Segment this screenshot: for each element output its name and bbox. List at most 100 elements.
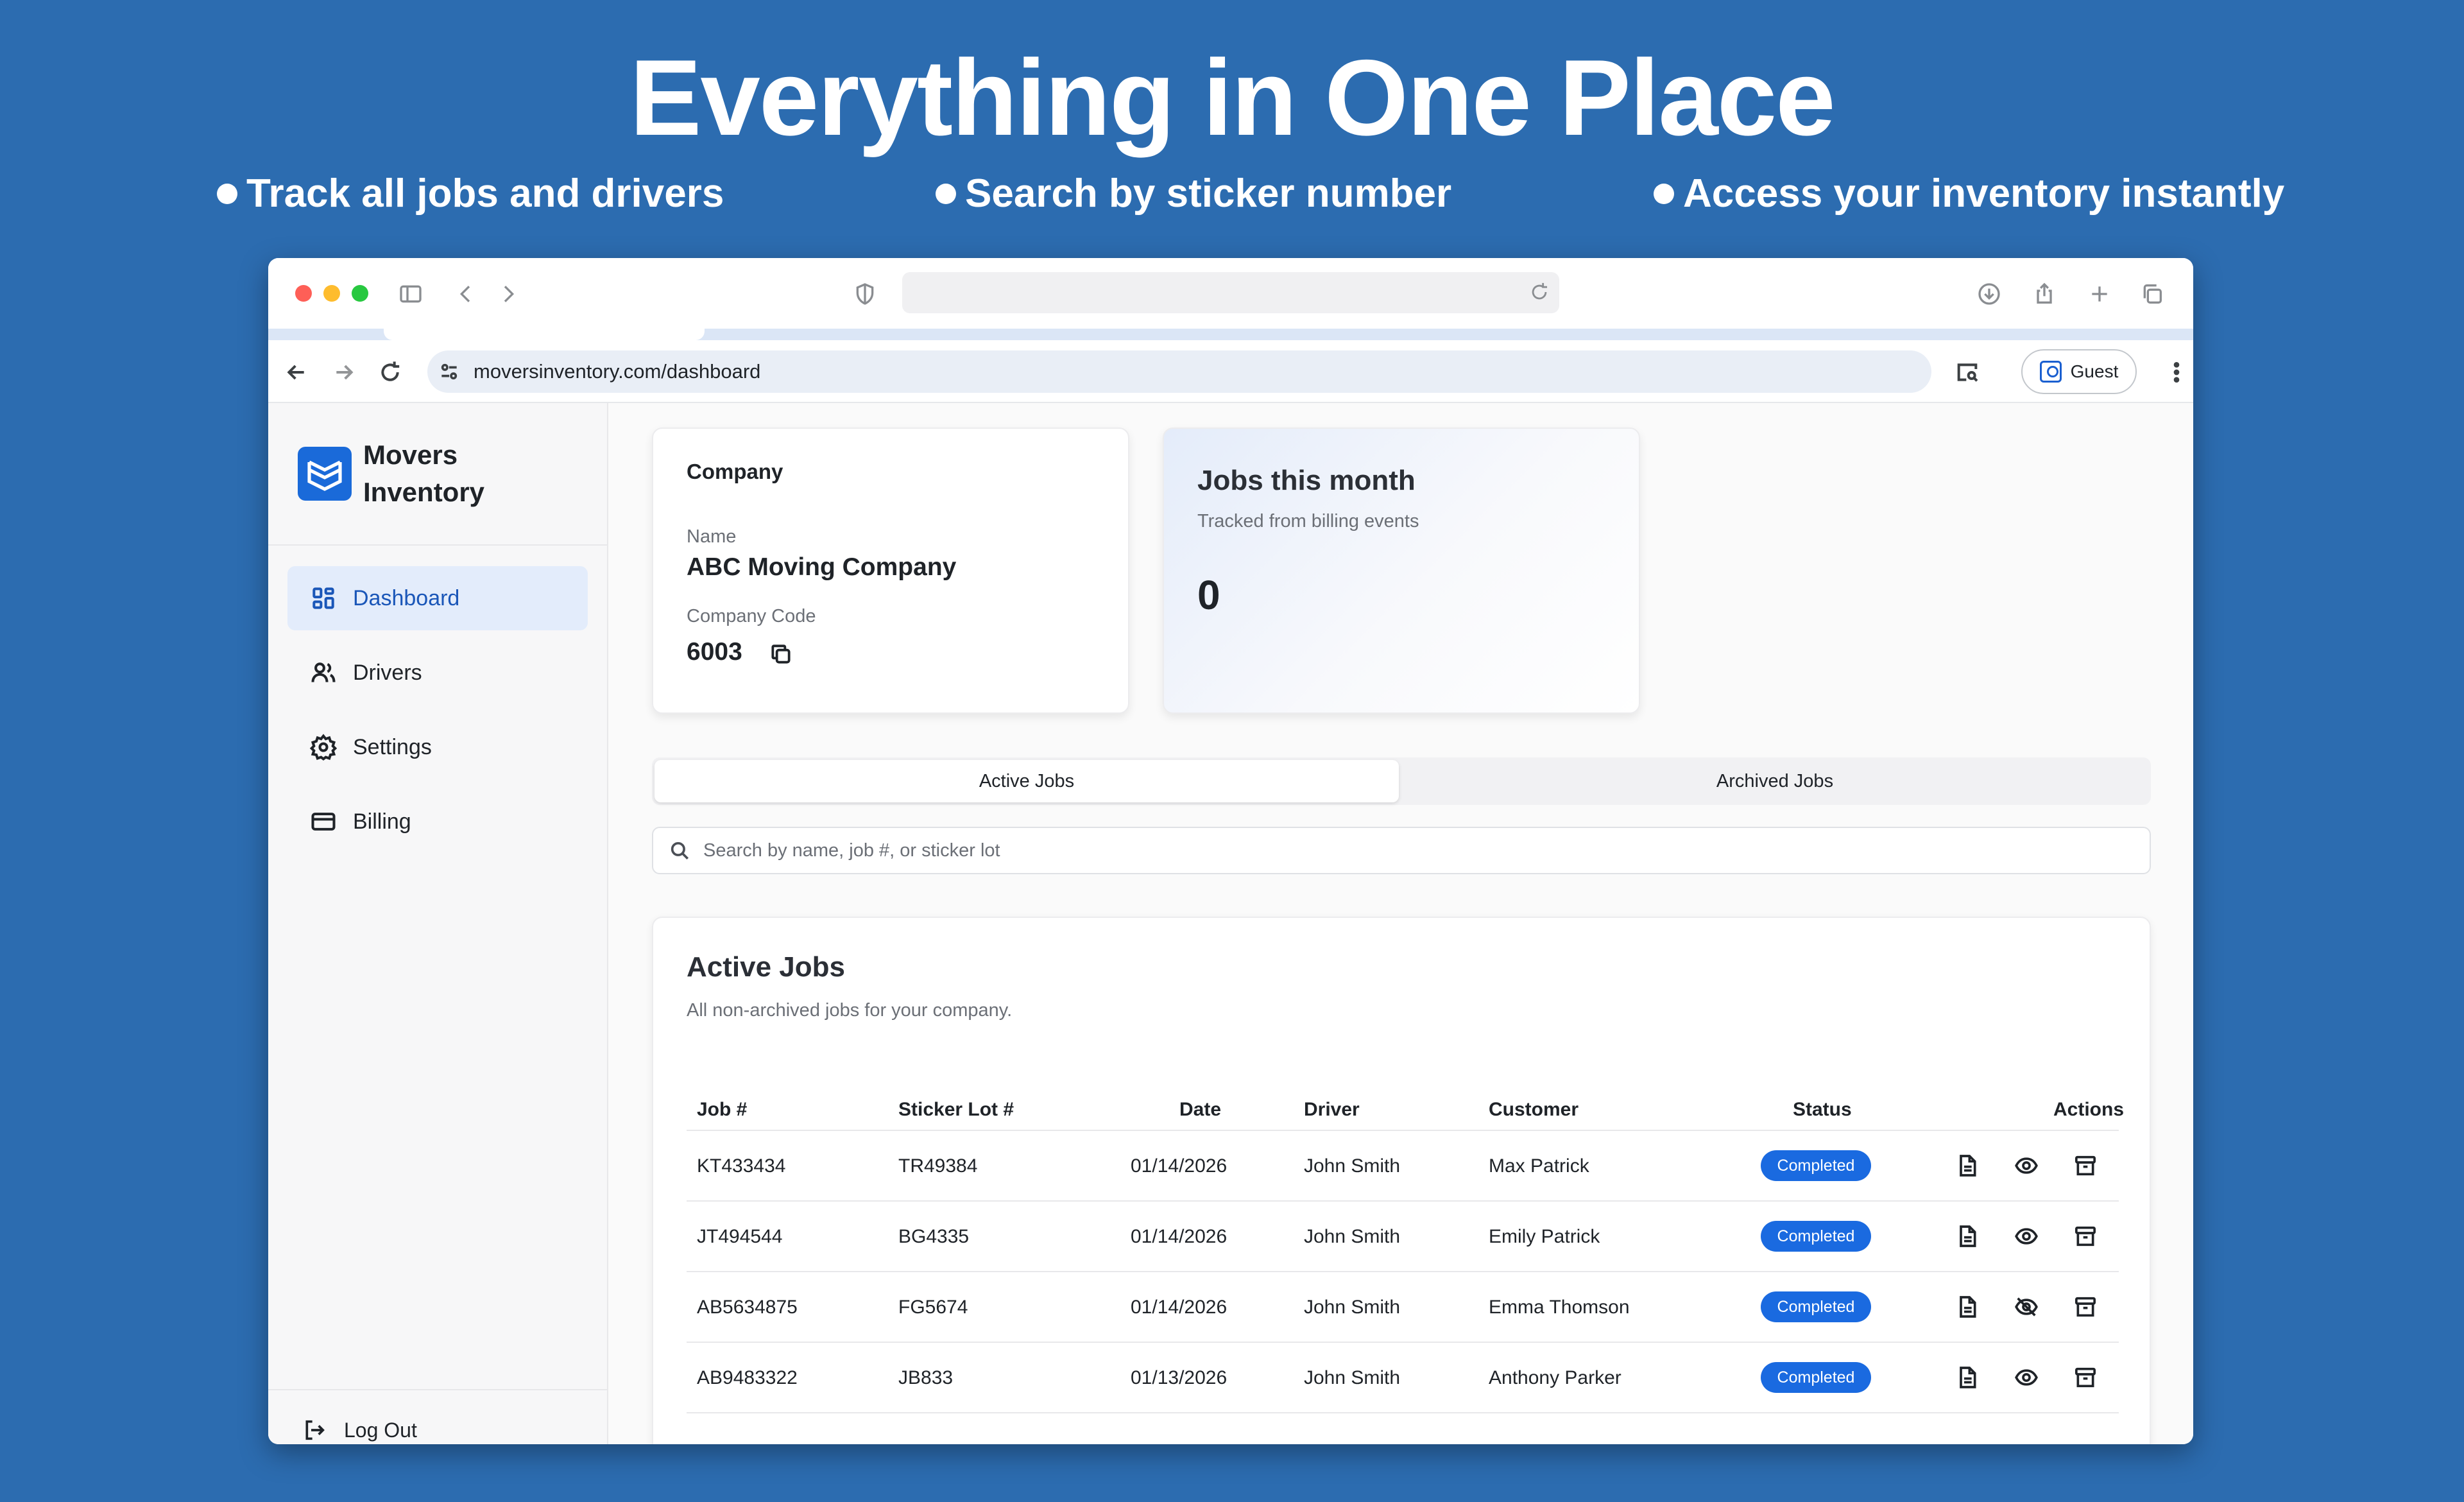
browser-window: moversinventory.com/dashboard Guest Move… (268, 258, 2193, 1444)
cell-customer: Emily Patrick (1489, 1226, 1600, 1247)
document-icon[interactable] (1955, 1294, 1980, 1320)
tab-active-jobs[interactable]: Active Jobs (654, 760, 1399, 802)
cell-date: 01/14/2026 (1131, 1297, 1228, 1318)
hero-bullet-3: Access your inventory instantly (1654, 168, 2284, 220)
mac-address-field[interactable] (902, 272, 1559, 313)
table-row[interactable]: AB5634875 FG5674 01/14/2026 John Smith E… (687, 1272, 2119, 1343)
company-code-value: 6003 (687, 638, 742, 666)
column-header-customer[interactable]: Customer (1489, 1099, 1579, 1121)
cell-sticker-lot: TR49384 (898, 1155, 978, 1177)
status-badge: Completed (1761, 1150, 1871, 1181)
sidebar-footer-divider (268, 1389, 608, 1390)
hero-bullet-2: Search by sticker number (936, 168, 1451, 220)
jobs-this-month-card: Jobs this month Tracked from billing eve… (1163, 427, 1640, 714)
cell-customer: Emma Thomson (1489, 1297, 1630, 1318)
main-content: Company Name ABC Moving Company Company … (608, 403, 2193, 1444)
sidebar-item-dashboard[interactable]: Dashboard (287, 566, 588, 630)
eye-icon[interactable] (2014, 1223, 2039, 1249)
back-arrow-icon[interactable] (284, 359, 309, 385)
table-row[interactable]: AB9483322 JB833 01/13/2026 John Smith An… (687, 1343, 2119, 1413)
share-icon[interactable] (2032, 281, 2057, 307)
mac-title-bar (268, 258, 2193, 329)
logout-button[interactable]: Log Out (302, 1417, 417, 1443)
new-tab-plus-icon[interactable] (2087, 281, 2112, 307)
forward-arrow-icon[interactable] (331, 359, 357, 385)
dashboard-grid-icon (309, 584, 338, 612)
cell-driver: John Smith (1304, 1367, 1401, 1388)
more-menu-icon[interactable] (2164, 359, 2189, 385)
forward-chevron-icon[interactable] (495, 281, 521, 307)
refresh-icon[interactable] (377, 359, 403, 385)
status-badge: Completed (1761, 1291, 1871, 1322)
column-header-status[interactable]: Status (1793, 1099, 1852, 1121)
hero-title: Everything in One Place (629, 37, 1835, 158)
search-input[interactable] (703, 840, 2115, 861)
back-chevron-icon[interactable] (453, 281, 479, 307)
column-header-actions: Actions (2053, 1099, 2125, 1120)
url-text: moversinventory.com/dashboard (474, 360, 761, 383)
tab-archived-jobs[interactable]: Archived Jobs (1401, 760, 2148, 802)
sidebar-item-drivers[interactable]: Drivers (287, 641, 588, 705)
reload-icon[interactable] (1528, 281, 1550, 303)
tab-overview-icon[interactable] (2139, 281, 2165, 307)
cell-driver: John Smith (1304, 1226, 1401, 1247)
document-icon[interactable] (1955, 1365, 1980, 1390)
sidebar-item-settings[interactable]: Settings (287, 715, 588, 779)
brand-name: Movers Inventory (363, 440, 485, 507)
cell-date: 01/14/2026 (1131, 1155, 1228, 1177)
logout-icon (302, 1417, 327, 1443)
download-icon[interactable] (1976, 281, 2002, 307)
profile-icon (2039, 361, 2062, 383)
active-jobs-title: Active Jobs (687, 951, 845, 983)
cell-sticker-lot: JB833 (898, 1367, 954, 1388)
cell-sticker-lot: FG5674 (898, 1297, 968, 1318)
lens-search-icon[interactable] (1955, 359, 1980, 385)
company-card: Company Name ABC Moving Company Company … (652, 427, 1129, 714)
address-bar[interactable]: moversinventory.com/dashboard (427, 350, 1931, 393)
archive-icon[interactable] (2073, 1223, 2098, 1249)
zoom-window-button[interactable] (352, 285, 368, 302)
sidebar-item-billing[interactable]: Billing (287, 790, 588, 854)
bullet-dot-icon (1654, 184, 1674, 204)
sidebar-divider (268, 544, 608, 546)
close-window-button[interactable] (295, 285, 312, 302)
column-header-driver[interactable]: Driver (1304, 1099, 1360, 1121)
browser-toolbar: moversinventory.com/dashboard Guest (268, 340, 2193, 403)
document-icon[interactable] (1955, 1153, 1980, 1178)
eye-icon[interactable] (2014, 1153, 2039, 1178)
cell-job: KT433434 (697, 1155, 786, 1177)
minimize-window-button[interactable] (323, 285, 340, 302)
site-settings-icon[interactable] (436, 359, 462, 384)
eye-icon[interactable] (2014, 1365, 2039, 1390)
brand[interactable]: Movers Inventory (298, 436, 484, 511)
box-logo-icon (298, 447, 352, 501)
bullet-dot-icon (936, 184, 956, 204)
jobs-month-subtitle: Tracked from billing events (1197, 511, 1419, 531)
archive-icon[interactable] (2073, 1294, 2098, 1320)
table-row[interactable]: KT433434 TR49384 01/14/2026 John Smith M… (687, 1131, 2119, 1202)
status-badge: Completed (1761, 1221, 1871, 1252)
jobs-tabs: Active Jobs Archived Jobs (652, 757, 2151, 805)
hero-bullet-1: Track all jobs and drivers (217, 168, 724, 220)
eye-off-icon[interactable] (2014, 1294, 2039, 1320)
cell-driver: John Smith (1304, 1297, 1401, 1318)
jobs-month-count: 0 (1197, 572, 1220, 618)
gear-icon (309, 733, 338, 761)
sidebar-toggle-icon[interactable] (398, 281, 424, 307)
window-controls (295, 285, 368, 302)
archive-icon[interactable] (2073, 1153, 2098, 1178)
archive-icon[interactable] (2073, 1365, 2098, 1390)
company-name-label: Name (687, 526, 737, 547)
document-icon[interactable] (1955, 1223, 1980, 1249)
users-icon (309, 659, 338, 687)
profile-guest-button[interactable]: Guest (2021, 349, 2137, 394)
copy-icon[interactable] (769, 642, 793, 666)
sidebar: Movers Inventory Dashboard Drivers Setti… (268, 403, 608, 1444)
table-header: Job # Sticker Lot # Date Driver Customer… (687, 1089, 2124, 1131)
column-header-date[interactable]: Date (1179, 1099, 1221, 1121)
column-header-job[interactable]: Job # (697, 1099, 747, 1121)
column-header-sticker-lot[interactable]: Sticker Lot # (898, 1099, 1014, 1121)
table-row[interactable]: JT494544 BG4335 01/14/2026 John Smith Em… (687, 1202, 2119, 1272)
active-browser-tab[interactable] (384, 329, 705, 340)
privacy-shield-icon[interactable] (852, 281, 878, 307)
